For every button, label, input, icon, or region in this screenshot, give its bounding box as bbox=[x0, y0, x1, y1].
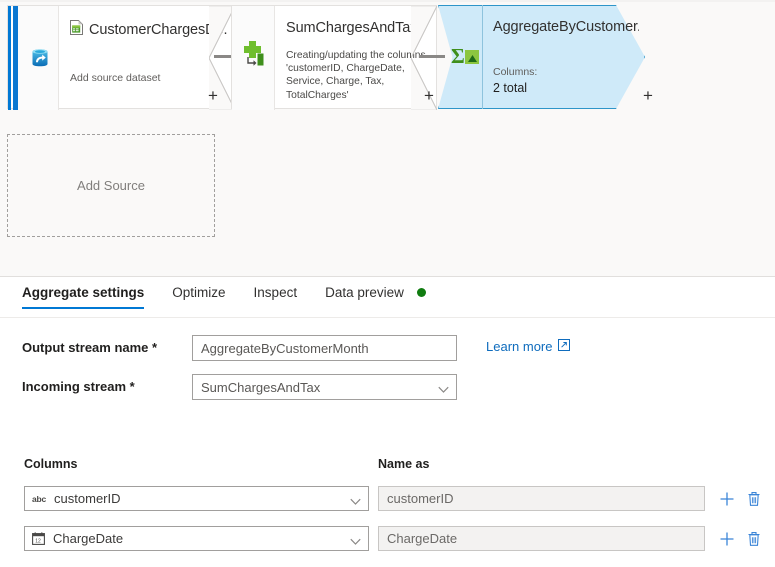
tab-data-preview-label: Data preview bbox=[325, 285, 404, 300]
delete-column-button-1[interactable] bbox=[745, 486, 763, 511]
name-as-header: Name as bbox=[378, 457, 430, 471]
name-as-value-1: customerID bbox=[387, 491, 454, 506]
learn-more-label: Learn more bbox=[486, 339, 553, 354]
aggregate-sigma-icon: Σ bbox=[451, 44, 481, 74]
derived-node-add-button[interactable]: + bbox=[424, 87, 434, 104]
tab-inspect[interactable]: Inspect bbox=[254, 285, 298, 309]
output-stream-name-value: AggregateByCustomerMonth bbox=[201, 340, 369, 356]
svg-text:12: 12 bbox=[35, 539, 41, 545]
incoming-stream-label: Incoming stream * bbox=[22, 379, 135, 394]
group-by-column-select-1[interactable]: abc customerID bbox=[24, 486, 369, 511]
derived-column-icon bbox=[240, 40, 268, 73]
source-node-subtitle: Add source dataset bbox=[70, 72, 161, 84]
adf-dataflow-icon bbox=[29, 47, 51, 69]
aggregate-node[interactable]: Σ AggregateByCustomer... Columns: 2 tota… bbox=[438, 5, 653, 109]
output-stream-name-input[interactable]: AggregateByCustomerMonth bbox=[192, 335, 457, 361]
source-icon-cell bbox=[18, 6, 59, 110]
external-link-icon bbox=[558, 339, 571, 354]
aggregate-columns-label: Columns: bbox=[493, 66, 538, 78]
calendar-date-icon: 12 bbox=[32, 532, 45, 545]
chevron-down-icon bbox=[438, 382, 449, 393]
settings-tabbar: Aggregate settings Optimize Inspect Data… bbox=[0, 285, 775, 318]
chevron-down-icon bbox=[350, 534, 361, 545]
svg-text:Σ: Σ bbox=[451, 45, 465, 68]
dataflow-canvas[interactable]: CustomerChargesDe... Add source dataset … bbox=[0, 0, 775, 277]
incoming-stream-value: SumChargesAndTax bbox=[201, 379, 321, 395]
settings-panel: Aggregate settings Optimize Inspect Data… bbox=[0, 277, 775, 567]
learn-more-link[interactable]: Learn more bbox=[486, 339, 571, 354]
add-column-button-1[interactable] bbox=[718, 486, 736, 511]
derived-title-row: SumChargesAndTax bbox=[286, 20, 430, 36]
source-title-row: CustomerChargesDe... bbox=[70, 20, 228, 40]
columns-header: Columns bbox=[24, 457, 78, 471]
group-by-column-value-1: customerID bbox=[54, 491, 121, 506]
tab-optimize[interactable]: Optimize bbox=[172, 285, 225, 309]
abc-string-icon: abc bbox=[32, 494, 46, 504]
delete-column-button-2[interactable] bbox=[745, 526, 763, 551]
plus-icon bbox=[720, 532, 734, 545]
add-source-dropzone[interactable]: Add Source bbox=[7, 134, 215, 237]
source-node[interactable]: CustomerChargesDe... Add source dataset … bbox=[7, 5, 235, 110]
derived-node-title: SumChargesAndTax bbox=[286, 20, 418, 36]
derived-column-node[interactable]: SumChargesAndTax Creating/updating the c… bbox=[231, 5, 437, 110]
aggregate-columns-value: 2 total bbox=[493, 81, 528, 95]
aggregate-node-title: AggregateByCustomer... bbox=[493, 19, 639, 35]
output-stream-name-label: Output stream name * bbox=[22, 340, 158, 355]
tab-aggregate-settings-label: Aggregate settings bbox=[22, 285, 145, 300]
trash-icon bbox=[748, 491, 760, 506]
app-root: CustomerChargesDe... Add source dataset … bbox=[0, 0, 775, 567]
tab-data-preview[interactable]: Data preview bbox=[325, 285, 426, 309]
aggregate-node-body: AggregateByCustomer... Columns: 2 total bbox=[483, 5, 645, 109]
name-as-input-2[interactable]: ChargeDate bbox=[378, 526, 705, 551]
chevron-down-icon bbox=[350, 494, 361, 505]
tab-aggregate-settings[interactable]: Aggregate settings bbox=[22, 285, 145, 309]
aggregate-title-row: AggregateByCustomer... bbox=[493, 19, 639, 35]
add-source-label: Add Source bbox=[77, 178, 145, 193]
add-column-button-2[interactable] bbox=[718, 526, 736, 551]
source-accent-bar-outer bbox=[8, 6, 11, 110]
source-node-add-button[interactable]: + bbox=[208, 87, 218, 104]
dataset-file-icon bbox=[70, 20, 83, 40]
tab-list: Aggregate settings Optimize Inspect Data… bbox=[22, 285, 454, 309]
aggregate-node-add-button[interactable]: + bbox=[643, 87, 653, 104]
tab-inspect-label: Inspect bbox=[253, 285, 298, 300]
derived-icon-cell bbox=[232, 6, 275, 110]
name-as-value-2: ChargeDate bbox=[387, 531, 458, 546]
canvas-top-divider bbox=[0, 0, 775, 2]
group-by-column-value-2: ChargeDate bbox=[53, 531, 124, 546]
group-by-column-select-2[interactable]: 12 ChargeDate bbox=[24, 526, 369, 551]
name-as-input-1[interactable]: customerID bbox=[378, 486, 705, 511]
abc-string-glyph: abc bbox=[32, 493, 47, 504]
derived-node-description: Creating/updating the columns 'customerI… bbox=[286, 50, 426, 101]
aggregate-icon-cell: Σ bbox=[438, 5, 483, 109]
tab-optimize-label: Optimize bbox=[172, 285, 226, 300]
source-node-title: CustomerChargesDe... bbox=[89, 22, 228, 38]
incoming-stream-select[interactable]: SumChargesAndTax bbox=[192, 374, 457, 400]
plus-icon bbox=[720, 492, 734, 505]
trash-icon bbox=[748, 531, 760, 546]
data-preview-status-dot bbox=[416, 287, 426, 297]
